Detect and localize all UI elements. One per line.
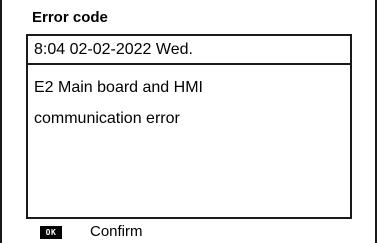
error-message: E2 Main board and HMI communication erro… — [34, 72, 342, 134]
error-panel: 8:04 02-02-2022 Wed. E2 Main board and H… — [26, 34, 352, 219]
error-message-line-2: communication error — [34, 110, 180, 127]
footer-hint: OK Confirm — [40, 223, 143, 241]
ok-key-button[interactable]: OK — [40, 225, 62, 239]
page-title: Error code — [32, 9, 108, 26]
error-screen: Error code 8:04 02-02-2022 Wed. E2 Main … — [0, 0, 377, 243]
error-message-line-1: E2 Main board and HMI — [34, 79, 203, 96]
screen-frame-left — [0, 0, 2, 243]
confirm-label: Confirm — [90, 223, 143, 240]
datetime-display: 8:04 02-02-2022 Wed. — [28, 36, 350, 65]
